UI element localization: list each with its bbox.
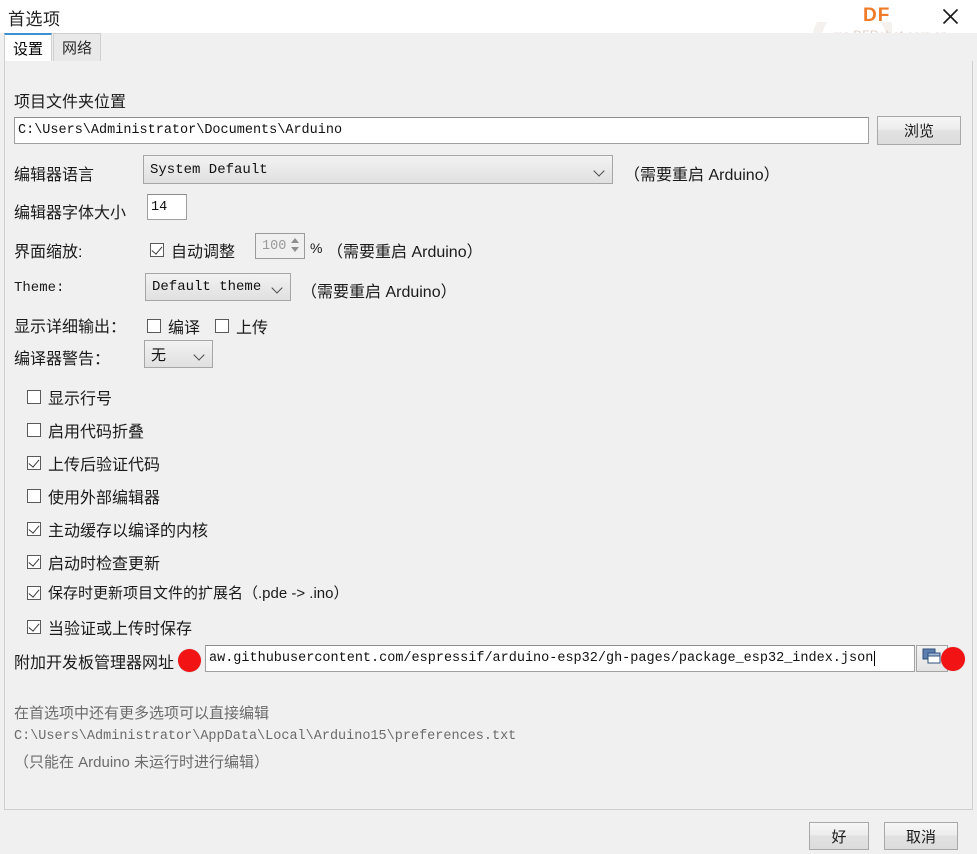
dialog-footer: 好 取消 (0, 812, 977, 854)
sketchbook-path-value: C:\Users\Administrator\Documents\Arduino (18, 123, 343, 138)
annotation-dot-urls-field (178, 649, 201, 672)
compiler-warnings-select[interactable]: 无 (144, 340, 213, 368)
compiler-warnings-label: 编译器警告： (14, 351, 111, 368)
option-check-updates-on-startup[interactable]: 启动时检查更新 (27, 550, 160, 574)
chevron-down-icon (195, 351, 204, 357)
checkbox-box (27, 456, 41, 470)
option-label: 上传后验证代码 (48, 457, 161, 474)
option-update-sketch-extension[interactable]: 保存时更新项目文件的扩展名（.pde -> .ino） (27, 582, 348, 603)
cancel-button[interactable]: 取消 (884, 822, 958, 850)
option-label: 启动时检查更新 (48, 556, 161, 573)
verbose-output-label: 显示详细输出： (14, 319, 127, 336)
checkbox-box (27, 423, 41, 437)
option-label: 显示行号 (48, 391, 113, 408)
ui-scale-label: 界面缩放: (14, 244, 83, 261)
title-bar: 首选项 DF mc.DFRobot.com.cn (0, 0, 977, 48)
option-save-when-verify-upload[interactable]: 当验证或上传时保存 (27, 615, 192, 639)
tab-settings[interactable]: 设置 (4, 33, 52, 62)
option-label: 保存时更新项目文件的扩展名（.pde -> .ino） (48, 585, 349, 602)
verbose-upload-label: 上传 (236, 320, 269, 337)
checkbox-box (27, 585, 41, 600)
browse-button-label: 浏览 (903, 123, 934, 140)
board-manager-urls-value: aw.githubusercontent.com/espressif/ardui… (209, 651, 874, 666)
option-label: 主动缓存以编译的内核 (48, 523, 209, 540)
option-label: 启用代码折叠 (48, 424, 145, 441)
ui-scale-stepper[interactable]: 100 (255, 233, 305, 259)
settings-panel: 项目文件夹位置 C:\Users\Administrator\Documents… (4, 61, 973, 810)
window-expand-icon (922, 648, 942, 670)
watermark-logo: DF (863, 5, 891, 26)
ui-scale-auto-label: 自动调整 (171, 244, 236, 261)
checkbox-box (147, 319, 161, 333)
checkbox-box (27, 489, 41, 503)
editor-language-label: 编辑器语言 (14, 167, 95, 184)
annotation-dot-expand-button (941, 647, 965, 671)
cancel-button-label: 取消 (905, 828, 936, 846)
tab-strip: 设置 网络 (0, 33, 977, 62)
chevron-down-icon (595, 167, 604, 173)
option-aggressively-cache-core[interactable]: 主动缓存以编译的内核 (27, 517, 208, 541)
board-manager-urls-label: 附加开发板管理器网址 (14, 655, 175, 672)
sketchbook-path-input[interactable]: C:\Users\Administrator\Documents\Arduino (14, 117, 869, 144)
info-line-3: （只能在 Arduino 未运行时进行编辑） (14, 754, 270, 771)
compiler-warnings-value: 无 (151, 346, 167, 364)
option-label: 当验证或上传时保存 (48, 621, 193, 638)
editor-font-size-input[interactable]: 14 (147, 194, 187, 220)
option-verify-after-upload[interactable]: 上传后验证代码 (27, 451, 160, 475)
checkbox-box (27, 620, 41, 634)
verbose-compile-checkbox[interactable]: 编译 (147, 314, 200, 338)
verbose-compile-label: 编译 (168, 320, 201, 337)
chevron-down-icon (273, 284, 282, 290)
editor-font-size-label: 编辑器字体大小 (14, 205, 127, 222)
checkbox-box (27, 390, 41, 404)
close-icon (942, 8, 959, 25)
checkbox-box (27, 555, 41, 569)
info-line-1: 在首选项中还有更多选项可以直接编辑 (14, 705, 270, 722)
option-show-line-numbers[interactable]: 显示行号 (27, 385, 112, 409)
window-title: 首选项 (8, 10, 61, 29)
editor-font-size-value: 14 (151, 199, 168, 215)
option-label: 使用外部编辑器 (48, 490, 161, 507)
tab-settings-label: 设置 (12, 40, 43, 58)
text-caret (874, 651, 876, 666)
theme-label: Theme: (14, 280, 65, 296)
theme-value: Default theme (152, 279, 262, 295)
editor-language-select[interactable]: System Default (143, 155, 613, 184)
option-enable-code-folding[interactable]: 启用代码折叠 (27, 418, 144, 442)
option-use-external-editor[interactable]: 使用外部编辑器 (27, 484, 160, 508)
sketchbook-location-label: 项目文件夹位置 (14, 94, 127, 111)
checkbox-box (150, 243, 164, 257)
stepper-arrows-icon[interactable] (289, 235, 302, 255)
tab-network[interactable]: 网络 (53, 33, 101, 62)
theme-select[interactable]: Default theme (145, 273, 291, 301)
ok-button[interactable]: 好 (809, 822, 869, 850)
browse-button[interactable]: 浏览 (877, 116, 961, 145)
ui-scale-value: 100 (262, 238, 287, 254)
board-manager-urls-input[interactable]: aw.githubusercontent.com/espressif/ardui… (205, 645, 915, 672)
close-button[interactable] (927, 0, 973, 32)
info-line-2: C:\Users\Administrator\AppData\Local\Ard… (14, 729, 517, 744)
preferences-dialog: 首选项 DF mc.DFRobot.com.cn 设置 网络 项目文件夹位置 C… (0, 0, 977, 854)
verbose-upload-checkbox[interactable]: 上传 (215, 314, 268, 338)
ui-scale-percent: % (310, 240, 323, 256)
ok-button-label: 好 (831, 828, 847, 846)
editor-language-value: System Default (150, 161, 268, 178)
checkbox-box (27, 522, 41, 536)
ui-scale-auto-checkbox[interactable]: 自动调整 (150, 238, 235, 262)
tab-network-label: 网络 (61, 40, 92, 57)
checkbox-box (215, 319, 229, 333)
ui-scale-note: （需要重启 Arduino） (327, 244, 483, 261)
editor-language-note: （需要重启 Arduino） (624, 167, 780, 184)
theme-note: （需要重启 Arduino） (301, 284, 457, 301)
